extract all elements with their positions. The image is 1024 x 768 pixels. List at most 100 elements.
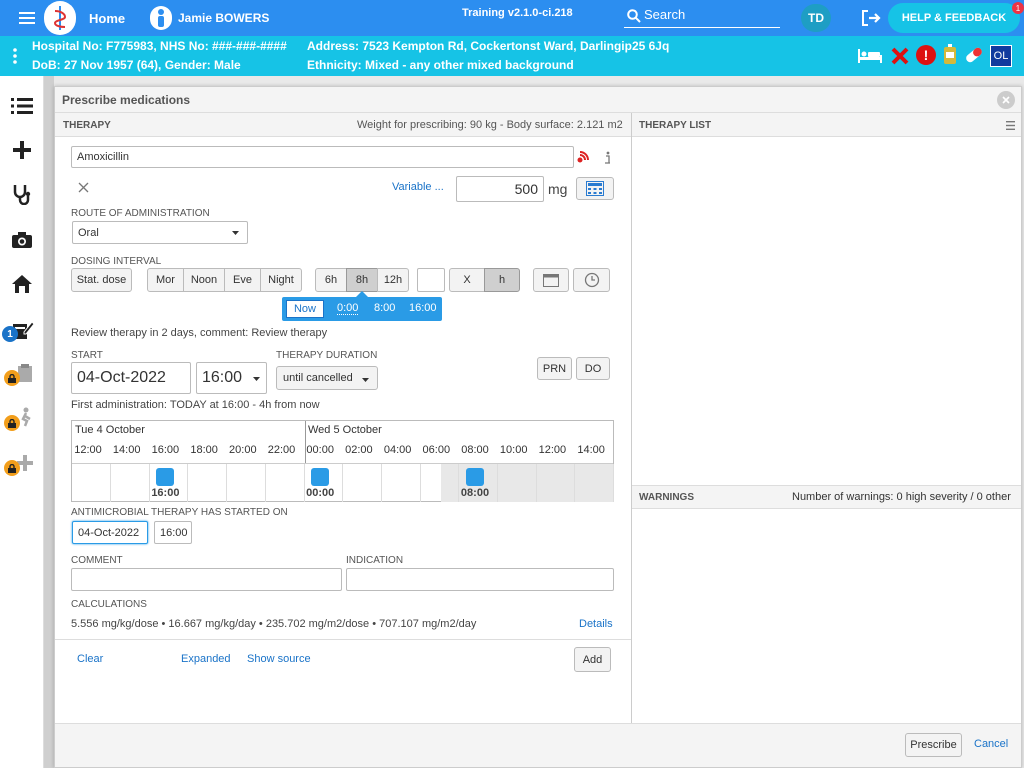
comment-input[interactable]: [71, 568, 342, 591]
antimicrobial-icon[interactable]: [575, 149, 591, 165]
list-icon[interactable]: [8, 94, 36, 118]
calculator-button[interactable]: [576, 177, 614, 200]
add-button[interactable]: Add: [574, 647, 611, 672]
info-icon[interactable]: [600, 149, 614, 165]
time-1600[interactable]: 16:00: [409, 302, 437, 314]
timeline-column: [574, 464, 576, 502]
timeline-column: [264, 464, 266, 502]
add-icon[interactable]: [8, 138, 36, 162]
version-label: Training v2.1.0-ci.218: [462, 7, 573, 19]
menu-icon[interactable]: [1004, 119, 1016, 131]
patient-name[interactable]: Jamie BOWERS: [178, 11, 269, 25]
home-icon[interactable]: [8, 272, 36, 296]
antimicrobial-date-input[interactable]: 04-Oct-2022: [72, 521, 148, 544]
alert-icon[interactable]: !: [916, 45, 936, 65]
remove-medication-icon[interactable]: [75, 179, 91, 195]
footer-divider: [55, 639, 631, 640]
dose-input[interactable]: 500: [456, 176, 544, 202]
clock-button[interactable]: [573, 268, 610, 292]
interval-6h-button[interactable]: 6h: [315, 268, 347, 292]
clear-link[interactable]: Clear: [77, 653, 103, 665]
hamburger-menu-icon[interactable]: [16, 9, 38, 27]
hospital-number: Hospital No: F775983, NHS No: ###-###-##…: [32, 39, 287, 53]
bed-icon[interactable]: [856, 45, 884, 65]
stat-dose-button[interactable]: Stat. dose: [71, 268, 132, 292]
custom-interval-input[interactable]: [417, 268, 445, 292]
dialog-title-bar: Prescribe medications: [55, 87, 1021, 113]
logout-icon[interactable]: [860, 8, 882, 28]
details-link[interactable]: Details: [579, 618, 613, 630]
expanded-link[interactable]: Expanded: [181, 653, 231, 665]
app-logo-icon: [44, 1, 76, 35]
infusion-bag-icon[interactable]: [942, 43, 958, 67]
therapy-duration-select[interactable]: until cancelled: [276, 366, 378, 390]
close-icon[interactable]: [997, 91, 1015, 109]
user-avatar[interactable]: TD: [801, 4, 831, 32]
help-badge: 1: [1012, 2, 1024, 14]
do-button[interactable]: DO: [576, 357, 610, 380]
warnings-header: WARNINGS: [639, 492, 694, 503]
dose-marker[interactable]: [156, 468, 175, 486]
timeline-column: [342, 464, 344, 502]
timeline-hours: 12:00 14:00 16:00 18:00 20:00 22:00 00:00 02:00…: [72, 444, 615, 462]
help-feedback-button[interactable]: HELP & FEEDBACK: [888, 3, 1020, 33]
dose-marker[interactable]: [466, 468, 484, 486]
chevron-down-icon: [231, 230, 239, 236]
therapy-section-header: THERAPY Weight for prescribing: 90 kg - …: [55, 113, 631, 137]
home-link[interactable]: Home: [89, 11, 125, 26]
timeline-hour-label: 02:00: [345, 444, 373, 456]
dose-time-label: 00:00: [306, 487, 335, 499]
timeline-hour-label: 12:00: [538, 444, 567, 456]
route-select[interactable]: Oral: [72, 221, 248, 244]
timeline-hour-label: 16:00: [151, 444, 180, 456]
cross-icon[interactable]: [890, 45, 910, 67]
warnings-header-bar: WARNINGS Number of warnings: 0 high seve…: [632, 485, 1021, 509]
variable-dose-link[interactable]: Variable ...: [392, 181, 444, 193]
show-source-link[interactable]: Show source: [247, 653, 311, 665]
indication-input[interactable]: [346, 568, 614, 591]
timeline-hour-label: 06:00: [422, 444, 451, 456]
search-box[interactable]: Search: [624, 6, 780, 28]
timeline-day-1: Tue 4 October: [75, 424, 145, 436]
lock-icon: [4, 415, 20, 431]
lock-icon: [4, 460, 20, 476]
mor-button[interactable]: Mor: [147, 268, 184, 292]
timeline-hour-label: 08:00: [461, 444, 489, 456]
night-button[interactable]: Night: [260, 268, 302, 292]
interval-12h-button[interactable]: 12h: [377, 268, 409, 292]
dob-gender: DoB: 27 Nov 1957 (64), Gender: Male: [32, 58, 241, 72]
timeline-hour-label: 14:00: [112, 444, 141, 456]
now-button[interactable]: Now: [286, 300, 324, 318]
start-date-input[interactable]: 04-Oct-2022: [71, 362, 191, 394]
antimicrobial-time-input[interactable]: 16:00: [154, 521, 192, 544]
cancel-link[interactable]: Cancel: [974, 738, 1008, 750]
dose-marker[interactable]: [311, 468, 330, 486]
start-time-select[interactable]: 16:00: [196, 362, 267, 394]
patient-bar: Hospital No: F775983, NHS No: ###-###-##…: [0, 36, 1024, 76]
pill-icon[interactable]: [962, 44, 986, 66]
ol-badge[interactable]: OL: [990, 45, 1012, 67]
medication-field[interactable]: Amoxicillin: [71, 146, 574, 168]
times-x-button[interactable]: X: [449, 268, 485, 292]
timeline-hour-label: 22:00: [267, 444, 296, 456]
time-0000[interactable]: 0:00: [337, 302, 359, 315]
timeline-column: [187, 464, 189, 502]
eve-button[interactable]: Eve: [224, 268, 261, 292]
prn-button[interactable]: PRN: [537, 357, 572, 380]
dose-time-label: 08:00: [460, 487, 490, 499]
time-0800[interactable]: 8:00: [374, 302, 395, 314]
stethoscope-icon[interactable]: [8, 182, 36, 206]
noon-button[interactable]: Noon: [183, 268, 225, 292]
hours-unit-button[interactable]: h: [484, 268, 520, 292]
calendar-button[interactable]: [533, 268, 569, 292]
prescribe-button[interactable]: Prescribe: [905, 733, 962, 757]
lock-icon: [4, 370, 20, 386]
camera-icon[interactable]: [8, 228, 36, 252]
interval-8h-button[interactable]: 8h: [346, 268, 378, 292]
search-input[interactable]: Search: [644, 7, 685, 22]
therapy-header: THERAPY: [63, 120, 111, 131]
timeline-hour-label: 10:00: [499, 444, 528, 456]
prescribe-dialog: Prescribe medications THERAPY Weight for…: [54, 86, 1022, 768]
dose-time-label: 16:00: [151, 487, 180, 499]
more-vertical-icon[interactable]: [8, 46, 22, 66]
